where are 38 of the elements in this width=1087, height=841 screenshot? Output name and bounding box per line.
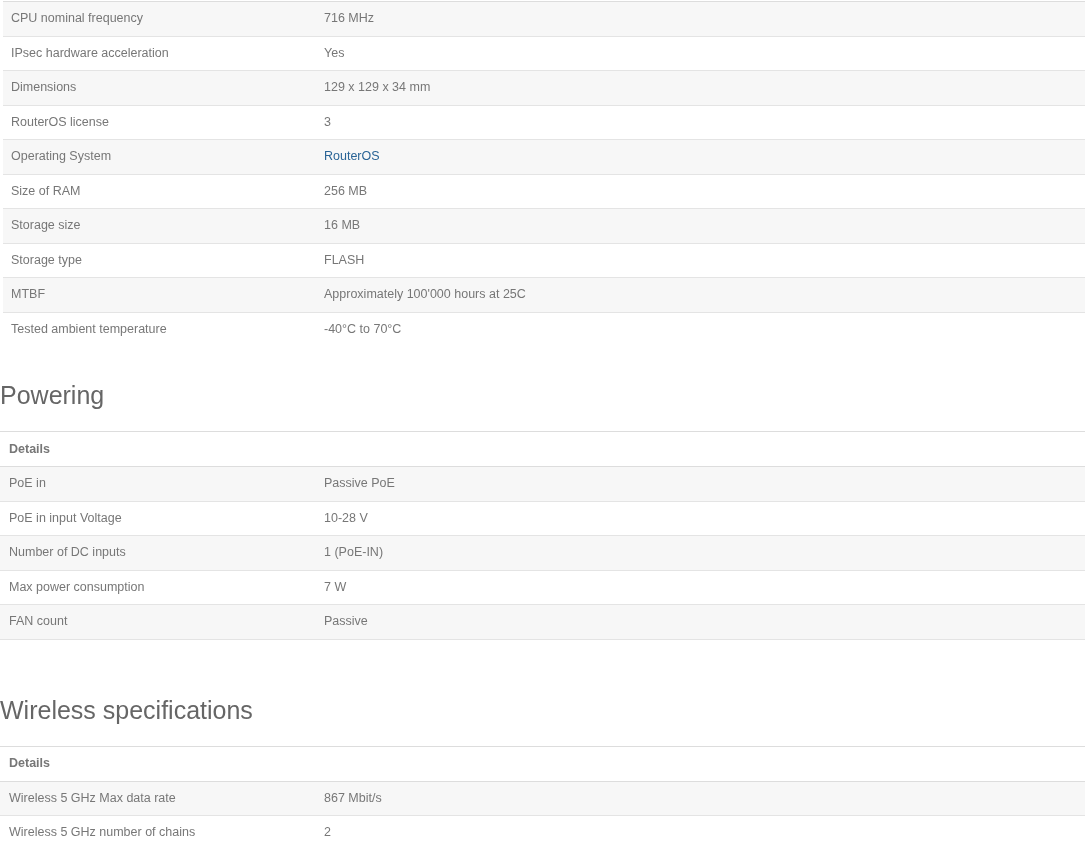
spec-value: Approximately 100'000 hours at 25C [324, 286, 527, 304]
spec-value: 129 x 129 x 34 mm [324, 79, 432, 97]
spec-value: 716 MHz [324, 10, 376, 28]
table-header: Details [9, 440, 50, 458]
spec-label: Size of RAM [11, 182, 82, 200]
spec-value: -40°C to 70°C [324, 321, 403, 339]
spec-label: CPU nominal frequency [11, 10, 144, 28]
spec-label: RouterOS license [11, 113, 110, 131]
spec-label: IPsec hardware acceleration [11, 44, 170, 62]
spec-value: 16 MB [324, 217, 362, 235]
spec-value: 7 W [324, 578, 348, 596]
spec-label: Wireless 5 GHz number of chains [9, 824, 197, 841]
spec-value: 256 MB [324, 182, 369, 200]
spec-value: FLASH [324, 251, 366, 269]
spec-label: Wireless 5 GHz Max data rate [9, 789, 177, 807]
spec-value: 3 [324, 113, 332, 131]
spec-label: Operating System [11, 148, 113, 166]
spec-label: Number of DC inputs [9, 544, 127, 562]
spec-label: Storage size [11, 217, 82, 235]
section-heading: Powering [0, 380, 106, 411]
spec-label: Max power consumption [9, 578, 146, 596]
spec-value: 1 (PoE-IN) [324, 544, 385, 562]
spec-label: Tested ambient temperature [11, 321, 168, 339]
section-heading: Wireless specifications [0, 694, 254, 726]
spec-value: 10-28 V [324, 509, 369, 527]
spec-label: Storage type [11, 251, 83, 269]
spec-value: 2 [324, 824, 332, 841]
table-header: Details [9, 755, 50, 773]
spec-value: Passive PoE [324, 475, 396, 493]
spec-label: PoE in input Voltage [9, 509, 123, 527]
os-link[interactable]: RouterOS [324, 147, 380, 167]
spec-value: Yes [324, 44, 346, 62]
spec-value: Passive [324, 613, 369, 631]
spec-label: PoE in [9, 475, 47, 493]
spec-label: FAN count [9, 613, 69, 631]
spec-label: MTBF [11, 286, 47, 304]
spec-value: 867 Mbit/s [324, 789, 383, 807]
spec-label: Dimensions [11, 79, 78, 97]
